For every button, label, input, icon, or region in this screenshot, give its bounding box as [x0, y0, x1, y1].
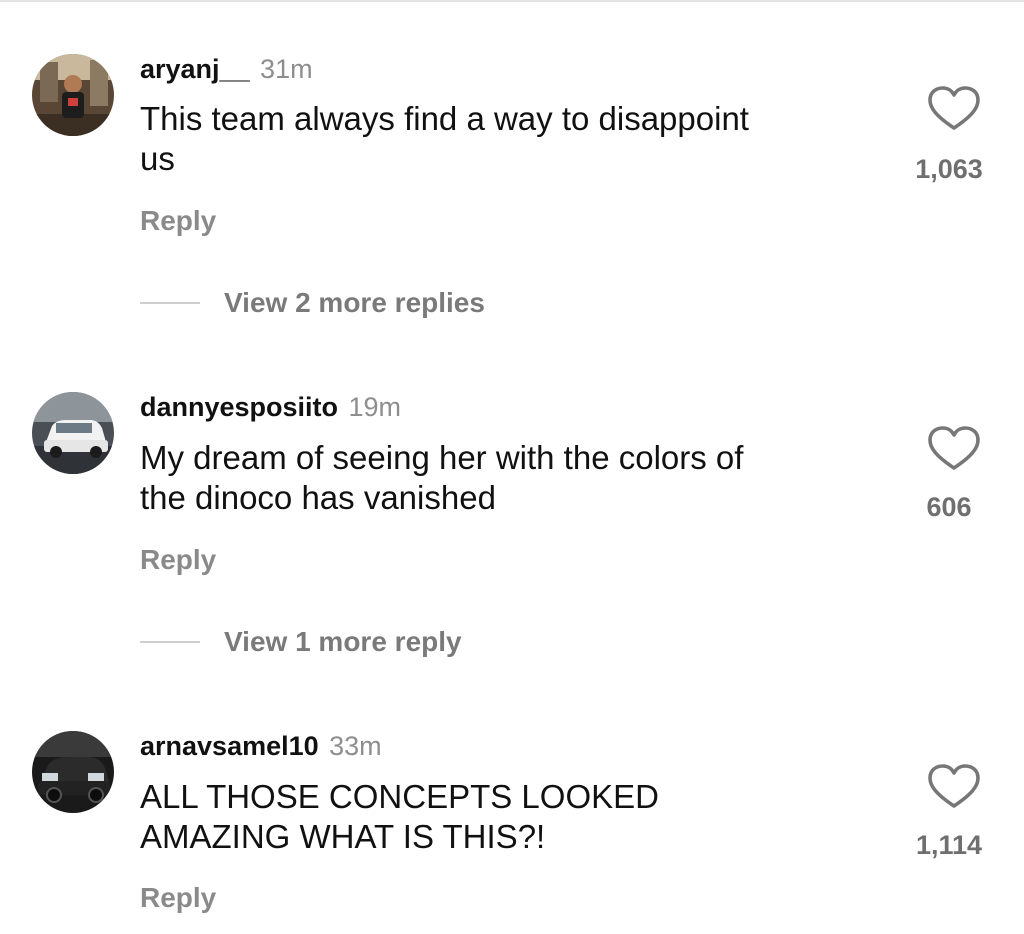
avatar[interactable]: [32, 54, 114, 136]
like-count: 606: [926, 492, 972, 522]
view-replies-label: View 1 more reply: [224, 626, 462, 657]
heart-outline-icon: [928, 764, 980, 808]
avatar[interactable]: [32, 392, 114, 474]
username[interactable]: aryanj__: [140, 54, 250, 84]
reply-button[interactable]: Reply: [140, 544, 216, 576]
timestamp: 33m: [329, 731, 382, 761]
username[interactable]: dannyesposiito: [140, 392, 338, 422]
top-divider: [0, 0, 1024, 2]
like-count: 1,114: [915, 830, 983, 860]
comment-text-line: This team always find a way to disappoin…: [140, 100, 749, 137]
comment-text-line: My dream of seeing her with the colors o…: [140, 439, 744, 476]
view-more-replies[interactable]: View 2 more replies: [140, 283, 485, 323]
like-button[interactable]: [924, 86, 984, 132]
timestamp: 31m: [260, 54, 313, 84]
heart-outline-icon: [928, 86, 980, 130]
username[interactable]: arnavsamel10: [140, 731, 319, 761]
comment-text-line: AMAZING WHAT IS THIS?!: [140, 818, 546, 855]
comment-text: ALL THOSE CONCEPTS LOOKED AMAZING WHAT I…: [140, 777, 860, 857]
view-replies-label: View 2 more replies: [224, 287, 485, 318]
avatar[interactable]: [32, 731, 114, 813]
view-more-replies[interactable]: View 1 more reply: [140, 622, 462, 662]
like-count: 1,063: [915, 154, 983, 184]
heart-outline-icon: [928, 426, 980, 470]
comment-text-line: us: [140, 140, 175, 177]
view-replies-divider: [140, 641, 200, 643]
comment-text-line: ALL THOSE CONCEPTS LOOKED: [140, 778, 659, 815]
view-replies-divider: [140, 302, 200, 304]
comment-text: This team always find a way to disappoin…: [140, 99, 860, 179]
reply-button[interactable]: Reply: [140, 205, 216, 237]
like-button[interactable]: [924, 426, 984, 472]
reply-button[interactable]: Reply: [140, 882, 216, 914]
timestamp: 19m: [348, 392, 402, 422]
like-button[interactable]: [924, 764, 984, 810]
comment-text: My dream of seeing her with the colors o…: [140, 438, 860, 518]
comment-text-line: the dinoco has vanished: [140, 479, 496, 516]
